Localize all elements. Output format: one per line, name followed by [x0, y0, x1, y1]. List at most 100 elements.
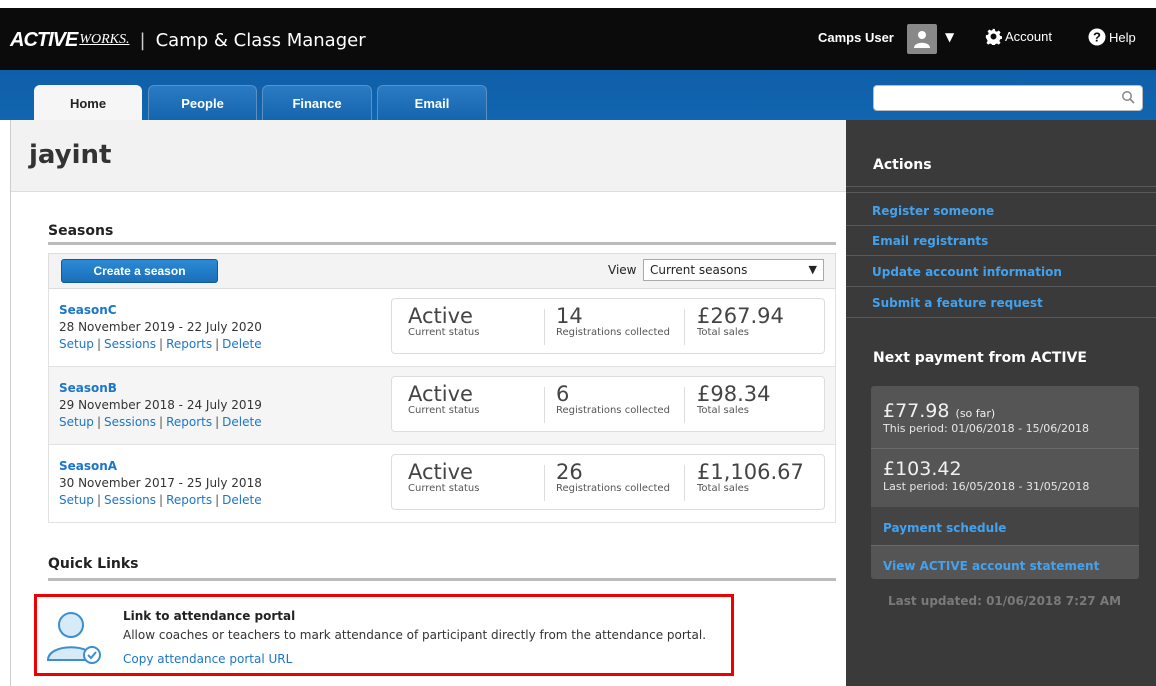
season-row: SeasonC 28 November 2019 - 22 July 2020 …	[48, 289, 836, 367]
update-account-link[interactable]: Update account information	[872, 265, 1062, 279]
account-menu[interactable]: Account	[985, 28, 1052, 45]
setup-link[interactable]: Setup	[59, 493, 94, 507]
status-value: Active	[408, 304, 473, 328]
logo-active-text: ACTIVE	[10, 28, 78, 51]
tab-home[interactable]: Home	[34, 85, 142, 120]
sales-label: Total sales	[697, 327, 750, 338]
view-select[interactable]: Current seasons ▼	[643, 259, 824, 281]
feature-request-link[interactable]: Submit a feature request	[872, 296, 1043, 310]
tab-email[interactable]: Email	[377, 85, 487, 120]
quick-link-description: Allow coaches or teachers to mark attend…	[123, 628, 707, 642]
registrations-label: Registrations collected	[556, 483, 670, 494]
account-label: Account	[1005, 29, 1052, 44]
status-stat: Active Current status	[408, 383, 479, 416]
season-stats: Active Current status 14 Registrations c…	[391, 298, 825, 354]
status-value: Active	[408, 382, 473, 406]
user-menu-caret-icon[interactable]: ▼	[945, 30, 954, 44]
search-input[interactable]	[880, 87, 1120, 109]
sales-label: Total sales	[697, 483, 750, 494]
season-stats: Active Current status 26 Registrations c…	[391, 454, 825, 510]
main-nav: Home People Finance Email	[0, 70, 1156, 120]
reports-link[interactable]: Reports	[166, 493, 212, 507]
page-title: jayint	[29, 140, 112, 170]
top-header: ACTIVE WORKS. | Camp & Class Manager Cam…	[0, 8, 1156, 70]
status-label: Current status	[408, 483, 480, 494]
view-label: View	[608, 263, 637, 277]
svg-text:?: ?	[1093, 30, 1101, 45]
season-dates: 28 November 2019 - 22 July 2020	[59, 320, 262, 334]
current-period: This period: 01/06/2018 - 15/06/2018	[883, 422, 1089, 435]
registrations-value: 14	[556, 304, 583, 328]
payment-box: £77.98 (so far) This period: 01/06/2018 …	[871, 386, 1139, 579]
status-stat: Active Current status	[408, 305, 479, 338]
season-links: Setup | Sessions | Reports | Delete	[59, 337, 262, 351]
registrations-value: 26	[556, 460, 583, 484]
current-amount: £77.98	[883, 400, 950, 422]
delete-link[interactable]: Delete	[222, 337, 261, 351]
search-icon[interactable]	[1121, 90, 1135, 104]
delete-link[interactable]: Delete	[222, 493, 261, 507]
quick-link-title: Link to attendance portal	[123, 609, 296, 623]
season-name-link[interactable]: SeasonB	[59, 381, 117, 395]
sales-stat: £267.94 Total sales	[697, 305, 784, 338]
person-icon	[46, 612, 101, 664]
tab-people[interactable]: People	[148, 85, 257, 120]
status-value: Active	[408, 460, 473, 484]
sales-value: £1,106.67	[697, 460, 804, 484]
season-row: SeasonB 29 November 2018 - 24 July 2019 …	[48, 367, 836, 445]
help-icon: ?	[1088, 28, 1106, 46]
season-name-link[interactable]: SeasonA	[59, 459, 117, 473]
user-icon	[914, 31, 930, 48]
quick-links-heading: Quick Links	[48, 556, 139, 572]
season-stats: Active Current status 6 Registrations co…	[391, 376, 825, 432]
logo-works-text: WORKS.	[79, 32, 130, 47]
sales-stat: £98.34 Total sales	[697, 383, 770, 416]
view-selected-value: Current seasons	[650, 263, 748, 277]
delete-link[interactable]: Delete	[222, 415, 261, 429]
app-title: Camp & Class Manager	[155, 29, 366, 51]
register-someone-link[interactable]: Register someone	[872, 204, 994, 218]
registrations-label: Registrations collected	[556, 405, 670, 416]
sales-label: Total sales	[697, 405, 750, 416]
attendance-portal-quick-link: Link to attendance portal Allow coaches …	[34, 594, 734, 676]
sessions-link[interactable]: Sessions	[104, 337, 156, 351]
seasons-toolbar: Create a season View Current seasons ▼	[48, 253, 836, 289]
tab-finance[interactable]: Finance	[262, 85, 372, 120]
copy-attendance-url-link[interactable]: Copy attendance portal URL	[123, 652, 292, 666]
account-statement-link[interactable]: View ACTIVE account statement	[883, 559, 1099, 573]
search-box	[873, 85, 1143, 111]
create-season-button[interactable]: Create a season	[61, 259, 218, 283]
payment-title: Next payment from ACTIVE	[873, 350, 1087, 366]
season-row: SeasonA 30 November 2017 - 25 July 2018 …	[48, 445, 836, 523]
setup-link[interactable]: Setup	[59, 337, 94, 351]
setup-link[interactable]: Setup	[59, 415, 94, 429]
email-registrants-link[interactable]: Email registrants	[872, 234, 988, 248]
season-links: Setup | Sessions | Reports | Delete	[59, 493, 262, 507]
user-name[interactable]: Camps User	[818, 30, 894, 45]
help-menu[interactable]: ? Help	[1088, 28, 1136, 46]
season-links: Setup | Sessions | Reports | Delete	[59, 415, 262, 429]
season-dates: 30 November 2017 - 25 July 2018	[59, 476, 262, 490]
quick-links-divider	[48, 578, 836, 581]
registrations-stat: 26 Registrations collected	[556, 461, 670, 494]
last-updated: Last updated: 01/06/2018 7:27 AM	[888, 594, 1122, 608]
avatar[interactable]	[907, 24, 937, 54]
sessions-link[interactable]: Sessions	[104, 415, 156, 429]
registrations-label: Registrations collected	[556, 327, 670, 338]
registrations-value: 6	[556, 382, 570, 406]
status-label: Current status	[408, 327, 480, 338]
help-label: Help	[1109, 29, 1136, 45]
gear-icon	[985, 28, 1002, 45]
last-payment: £103.42 Last period: 16/05/2018 - 31/05/…	[871, 458, 1139, 493]
activeworks-logo[interactable]: ACTIVE WORKS. | Camp & Class Manager	[10, 28, 366, 52]
payment-schedule-link[interactable]: Payment schedule	[883, 521, 1006, 535]
reports-link[interactable]: Reports	[166, 337, 212, 351]
sales-value: £267.94	[697, 304, 784, 328]
page-header: jayint	[11, 120, 846, 192]
actions-title: Actions	[873, 157, 932, 173]
right-sidebar: Actions Register someone Email registran…	[846, 120, 1156, 686]
reports-link[interactable]: Reports	[166, 415, 212, 429]
season-name-link[interactable]: SeasonC	[59, 303, 117, 317]
sessions-link[interactable]: Sessions	[104, 493, 156, 507]
seasons-heading: Seasons	[48, 223, 114, 239]
